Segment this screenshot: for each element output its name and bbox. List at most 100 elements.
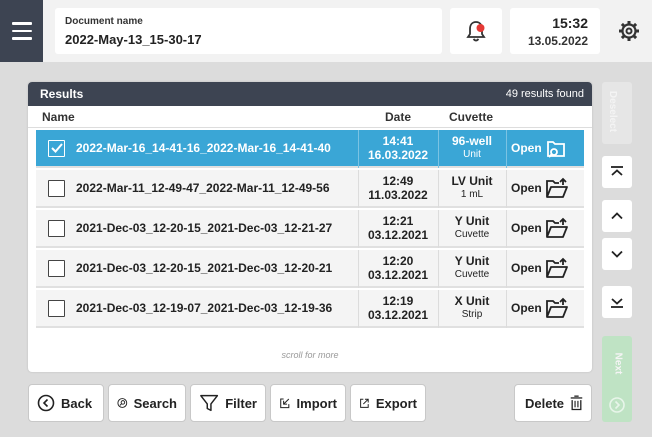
delete-button[interactable]: Delete bbox=[514, 384, 592, 422]
checkmark-icon bbox=[50, 143, 63, 153]
row-datetime: 12:20 03.12.2021 bbox=[358, 254, 438, 282]
row-checkbox[interactable] bbox=[48, 179, 65, 197]
back-label: Back bbox=[61, 395, 93, 411]
row-cuvette: 96-well Unit bbox=[438, 134, 506, 162]
open-folder-search-icon bbox=[546, 141, 565, 158]
notifications-button[interactable] bbox=[450, 8, 502, 54]
row-date: 03.12.2021 bbox=[367, 308, 429, 322]
search-button[interactable]: Search bbox=[108, 384, 186, 422]
open-folder-icon bbox=[545, 177, 568, 198]
row-cuvette: X Unit Strip bbox=[438, 294, 506, 322]
trash-icon bbox=[570, 395, 583, 411]
row-open-button[interactable]: Open bbox=[511, 257, 569, 279]
open-label: Open bbox=[511, 261, 542, 275]
row-time: 12:49 bbox=[382, 174, 414, 188]
column-divider bbox=[506, 250, 507, 288]
scroll-bottom-icon bbox=[611, 298, 623, 308]
row-checkbox[interactable] bbox=[48, 219, 65, 237]
open-label: Open bbox=[511, 141, 542, 155]
row-cuvette: Y Unit Cuvette bbox=[438, 254, 506, 282]
clock-time: 15:32 bbox=[552, 15, 588, 31]
search-icon bbox=[117, 398, 128, 408]
row-cuvette-sub: 1 mL bbox=[460, 189, 484, 200]
results-title-bar: Results 49 results found bbox=[28, 82, 592, 106]
next-label: Next bbox=[612, 352, 624, 375]
back-button[interactable]: Back bbox=[28, 384, 104, 422]
export-button[interactable]: Export bbox=[350, 384, 426, 422]
chevron-down-icon bbox=[611, 250, 623, 258]
import-icon bbox=[280, 398, 290, 409]
column-divider bbox=[506, 170, 507, 208]
hamburger-line bbox=[11, 22, 32, 25]
filter-button[interactable]: Filter bbox=[190, 384, 266, 422]
column-header-date: Date bbox=[384, 109, 411, 124]
scroll-to-top-button[interactable] bbox=[602, 156, 632, 188]
row-cuvette-sub: Cuvette bbox=[454, 229, 490, 240]
row-time: 14:41 bbox=[382, 134, 414, 148]
gear-icon bbox=[619, 21, 639, 41]
row-open-button[interactable]: Open bbox=[511, 137, 567, 159]
row-open-button[interactable]: Open bbox=[511, 297, 569, 319]
row-date: 03.12.2021 bbox=[367, 268, 429, 282]
row-datetime: 12:19 03.12.2021 bbox=[358, 294, 438, 322]
document-name-box[interactable]: Document name 2022-May-13_15-30-17 bbox=[55, 8, 442, 54]
menu-button[interactable] bbox=[0, 0, 43, 62]
row-time: 12:19 bbox=[382, 294, 414, 308]
row-open-button[interactable]: Open bbox=[511, 177, 569, 199]
top-bar: Document name 2022-May-13_15-30-17 15:32… bbox=[0, 0, 652, 62]
row-checkbox[interactable] bbox=[48, 139, 65, 157]
open-label: Open bbox=[511, 301, 542, 315]
column-header-cuvette: Cuvette bbox=[448, 109, 493, 124]
column-divider bbox=[506, 210, 507, 248]
settings-button[interactable] bbox=[606, 8, 652, 54]
row-checkbox[interactable] bbox=[48, 259, 65, 277]
row-time: 12:21 bbox=[382, 214, 414, 228]
scroll-to-bottom-button[interactable] bbox=[602, 286, 632, 318]
result-row[interactable]: 2021-Dec-03_12-20-15_2021-Dec-03_12-21-2… bbox=[36, 210, 584, 248]
filter-icon bbox=[200, 394, 219, 412]
row-datetime: 12:49 11.03.2022 bbox=[358, 174, 438, 202]
hamburger-line bbox=[11, 29, 32, 33]
import-button[interactable]: Import bbox=[270, 384, 346, 422]
deselect-button[interactable]: Deselect bbox=[602, 82, 632, 144]
row-cuvette-type: LV Unit bbox=[451, 174, 493, 188]
result-row[interactable]: 2021-Dec-03_12-20-15_2021-Dec-03_12-20-2… bbox=[36, 250, 584, 288]
delete-label: Delete bbox=[525, 395, 565, 411]
results-panel: Results 49 results found Name Date Cuvet… bbox=[28, 82, 592, 372]
result-row[interactable]: 2021-Dec-03_12-19-07_2021-Dec-03_12-19-3… bbox=[36, 290, 584, 328]
clock-date: 13.05.2022 bbox=[527, 34, 588, 48]
row-name: 2021-Dec-03_12-20-15_2021-Dec-03_12-20-2… bbox=[76, 261, 333, 275]
results-title: Results bbox=[40, 87, 84, 101]
row-cuvette: Y Unit Cuvette bbox=[438, 214, 506, 242]
filter-label: Filter bbox=[225, 395, 257, 411]
export-icon bbox=[360, 398, 369, 408]
row-open-button[interactable]: Open bbox=[511, 217, 569, 239]
row-name: 2022-Mar-11_12-49-47_2022-Mar-11_12-49-5… bbox=[76, 181, 330, 195]
open-label: Open bbox=[511, 181, 542, 195]
scroll-up-button[interactable] bbox=[602, 200, 632, 232]
row-cuvette-type: 96-well bbox=[451, 134, 493, 148]
row-name: 2021-Dec-03_12-19-07_2021-Dec-03_12-19-3… bbox=[76, 301, 333, 315]
row-cuvette: LV Unit 1 mL bbox=[438, 174, 506, 202]
scroll-top-icon bbox=[611, 166, 623, 176]
deselect-label: Deselect bbox=[607, 90, 619, 133]
open-folder-icon bbox=[545, 257, 568, 278]
row-time: 12:20 bbox=[382, 254, 414, 268]
result-row[interactable]: 2022-Mar-16_14-41-16_2022-Mar-16_14-41-4… bbox=[36, 130, 584, 168]
column-divider bbox=[506, 130, 507, 168]
import-label: Import bbox=[296, 395, 337, 411]
scroll-down-button[interactable] bbox=[602, 238, 632, 270]
row-checkbox[interactable] bbox=[48, 299, 65, 317]
column-header-row: Name Date Cuvette bbox=[28, 106, 592, 128]
row-date: 03.12.2021 bbox=[367, 228, 429, 242]
back-circle-icon bbox=[37, 394, 55, 412]
row-date: 16.03.2022 bbox=[367, 148, 429, 162]
row-name: 2022-Mar-16_14-41-16_2022-Mar-16_14-41-4… bbox=[76, 141, 331, 155]
hamburger-line bbox=[11, 37, 32, 40]
next-button[interactable]: Next bbox=[602, 336, 632, 422]
result-row[interactable]: 2022-Mar-11_12-49-47_2022-Mar-11_12-49-5… bbox=[36, 170, 584, 208]
clock-box: 15:32 13.05.2022 bbox=[510, 8, 600, 54]
open-folder-icon bbox=[545, 297, 568, 318]
row-cuvette-type: Y Unit bbox=[454, 254, 490, 268]
row-cuvette-sub: Cuvette bbox=[454, 269, 490, 280]
